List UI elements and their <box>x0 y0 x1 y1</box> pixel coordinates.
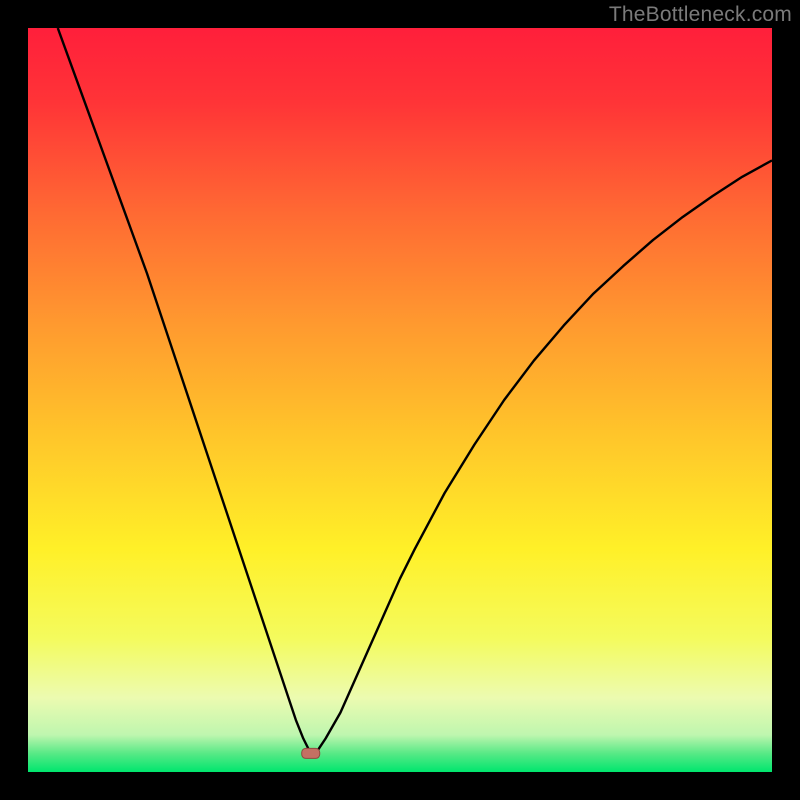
optimum-marker <box>302 748 320 758</box>
chart-svg <box>28 28 772 772</box>
chart-frame: TheBottleneck.com <box>0 0 800 800</box>
gradient-background <box>28 28 772 772</box>
plot-area <box>28 28 772 772</box>
watermark-text: TheBottleneck.com <box>609 3 792 27</box>
